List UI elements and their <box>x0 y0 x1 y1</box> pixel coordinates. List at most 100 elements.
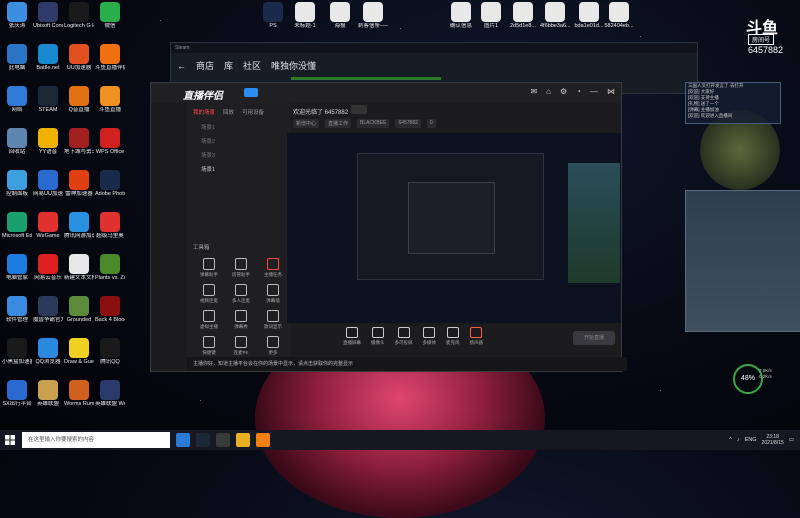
volume-icon[interactable]: ♪ <box>737 437 740 443</box>
taskbar-search-input[interactable]: 在这里输入你要搜索的内容 <box>22 432 170 448</box>
meta-tag[interactable]: 新增中心 <box>293 119 320 128</box>
desktop-icon[interactable]: Adobe Photoshop <box>95 170 125 197</box>
desktop-file-icon[interactable]: 图片1 <box>476 2 506 29</box>
desktop-icon[interactable]: 腾讯网游加速器 <box>64 212 94 239</box>
desktop-icon[interactable]: 网易UU加速 <box>33 170 63 197</box>
tool-item[interactable]: 主播任务 <box>257 258 289 278</box>
desktop-icon[interactable]: Plants vs. Zombies <box>95 254 125 281</box>
scene-item-active[interactable]: 场景1 <box>187 163 291 177</box>
bell-icon[interactable]: ◔ <box>576 87 581 96</box>
desktop-icon[interactable]: 网络 <box>2 86 32 113</box>
steam-nav-user[interactable]: 唯独你没懂 <box>271 59 316 72</box>
control-item[interactable]: 多可投屏 <box>395 327 413 355</box>
control-item[interactable]: 摄像头 <box>371 327 385 355</box>
taskbar-app-icon[interactable] <box>176 433 190 447</box>
desktop-icon[interactable]: 超级马里奥 <box>95 212 125 239</box>
control-item[interactable]: 直播屏幕 <box>343 327 361 355</box>
stream-preview[interactable] <box>287 133 621 323</box>
desktop-icon[interactable]: Ubisoft Connect <box>33 2 63 29</box>
language-indicator[interactable]: ENG <box>745 437 757 443</box>
desktop-icon[interactable]: Microsoft Edge <box>2 212 32 239</box>
tool-item[interactable]: 弹幕墙 <box>257 284 289 304</box>
desktop-icon[interactable]: SX出行平台 <box>2 380 32 407</box>
desktop-icon[interactable]: 英雄联盟 WeGame版 <box>95 380 125 407</box>
tool-item[interactable]: 弹幕助手 <box>193 258 225 278</box>
steam-nav-community[interactable]: 社区 <box>243 59 261 72</box>
desktop-icon[interactable]: QQ浏览器 <box>33 338 63 365</box>
desktop-icon[interactable]: 斗鱼直播 <box>95 86 125 113</box>
desktop-icon[interactable]: 控制面板 <box>2 170 32 197</box>
control-item[interactable]: 麦克风 <box>446 327 460 355</box>
desktop-icon[interactable]: 张庆涛 <box>2 2 32 29</box>
desktop-icon[interactable]: WeGame <box>33 212 63 239</box>
desktop-file-icon[interactable]: 刺客信条——介入剪辑 <box>358 2 388 29</box>
control-item[interactable]: 扬声器 <box>470 327 483 355</box>
desktop-icon[interactable]: 英雄联盟 <box>33 380 63 407</box>
desktop-icon[interactable]: WPS Office <box>95 128 125 155</box>
desktop-file-icon[interactable]: 未标题-1 <box>290 2 320 29</box>
notification-icon[interactable]: ▭ <box>789 437 794 443</box>
tool-item[interactable]: 多人连麦 <box>225 284 257 304</box>
scene-item[interactable]: 场景2 <box>187 135 291 149</box>
desktop-icon[interactable]: 小黑盒加速器 <box>2 338 32 365</box>
tool-item[interactable]: 房管助手 <box>225 258 257 278</box>
taskbar-app-icon[interactable] <box>256 433 270 447</box>
desktop-icon[interactable]: Back 4 Blood <box>95 296 125 323</box>
tab-my-scenes[interactable]: 我的场景 <box>193 108 215 116</box>
steam-back-icon[interactable]: ← <box>177 61 186 71</box>
desktop-icon[interactable]: Logitech G HUB <box>64 2 94 29</box>
chevron-up-icon[interactable]: ^ <box>729 437 732 443</box>
desktop-icon[interactable]: STEAM <box>33 86 63 113</box>
tab-devices[interactable]: 可用设备 <box>242 108 264 116</box>
desktop-icon[interactable]: 微信 <box>95 2 125 29</box>
desktop-icon[interactable]: 此电脑 <box>2 44 32 71</box>
scene-item[interactable]: 场景1 <box>187 121 291 135</box>
tool-item[interactable]: 快捷键 <box>193 336 225 356</box>
desktop-icon[interactable]: 网易云音乐 <box>33 254 63 281</box>
desktop-icon[interactable]: 软件管理 <box>2 296 32 323</box>
desktop-icon[interactable]: 斗鱼直播伴侣 <box>95 44 125 71</box>
desktop-file-icon[interactable]: 4f6bbe3a6... <box>540 2 570 29</box>
tool-item[interactable]: 歌词显示 <box>257 310 289 330</box>
taskbar-app-icon[interactable] <box>236 433 250 447</box>
desktop-file-icon[interactable]: PS <box>258 2 288 29</box>
desktop-file-icon[interactable]: 确认信息 <box>446 2 476 29</box>
tool-item[interactable]: 连麦PK <box>225 336 257 356</box>
taskbar-app-icon[interactable] <box>196 433 210 447</box>
desktop-icon[interactable]: Draw & Guess <box>64 338 94 365</box>
share-icon[interactable]: ⋈ <box>607 87 615 96</box>
tool-item[interactable]: 虚拟主播 <box>193 310 225 330</box>
desktop-file-icon[interactable]: 582404eb... <box>604 2 634 29</box>
start-live-button[interactable]: 开始直播 <box>573 331 615 345</box>
scene-item[interactable]: 场景3 <box>187 149 291 163</box>
minimize-icon[interactable]: — <box>590 87 598 96</box>
desktop-icon[interactable]: Q音直播 <box>64 86 94 113</box>
desktop-icon[interactable]: 腾讯QQ <box>95 338 125 365</box>
desktop-icon[interactable]: Worms Rumble <box>64 380 94 407</box>
desktop-file-icon[interactable]: 海报 <box>325 2 355 29</box>
clock[interactable]: 23:18 2021/8/15 <box>762 434 784 446</box>
desktop-icon[interactable]: 魔兽争霸官方对战平台 <box>33 296 63 323</box>
desktop-icon[interactable]: Battle.net <box>33 44 63 71</box>
tab-replay[interactable]: 回放 <box>223 108 234 116</box>
desktop-icon[interactable]: 电脑管家 <box>2 254 32 281</box>
steam-nav-library[interactable]: 库 <box>224 59 233 72</box>
start-button[interactable] <box>0 430 20 450</box>
desktop-file-icon[interactable]: 2d5d1e8... <box>508 2 538 29</box>
tool-item[interactable]: 视频连麦 <box>193 284 225 304</box>
lock-icon[interactable]: ⌂ <box>546 87 551 96</box>
meta-tag[interactable]: 直播工作 <box>325 119 352 128</box>
desktop-file-icon[interactable]: bda1e01d... <box>574 2 604 29</box>
gift-icon[interactable]: ✉ <box>530 87 537 96</box>
desktop-icon[interactable]: Grounded <box>64 296 94 323</box>
room-button[interactable] <box>351 105 367 114</box>
tool-item[interactable]: 弹幕秀 <box>225 310 257 330</box>
settings-icon[interactable]: ⚙ <box>560 87 567 96</box>
control-item[interactable]: 多媒体 <box>423 327 436 355</box>
desktop-icon[interactable]: 地下城与勇士 <box>64 128 94 155</box>
taskbar-app-icon[interactable] <box>216 433 230 447</box>
desktop-icon[interactable]: 回收站 <box>2 128 32 155</box>
tool-item[interactable]: 更多 <box>257 336 289 356</box>
desktop-icon[interactable]: YY语音 <box>33 128 63 155</box>
steam-nav-store[interactable]: 商店 <box>196 59 214 72</box>
